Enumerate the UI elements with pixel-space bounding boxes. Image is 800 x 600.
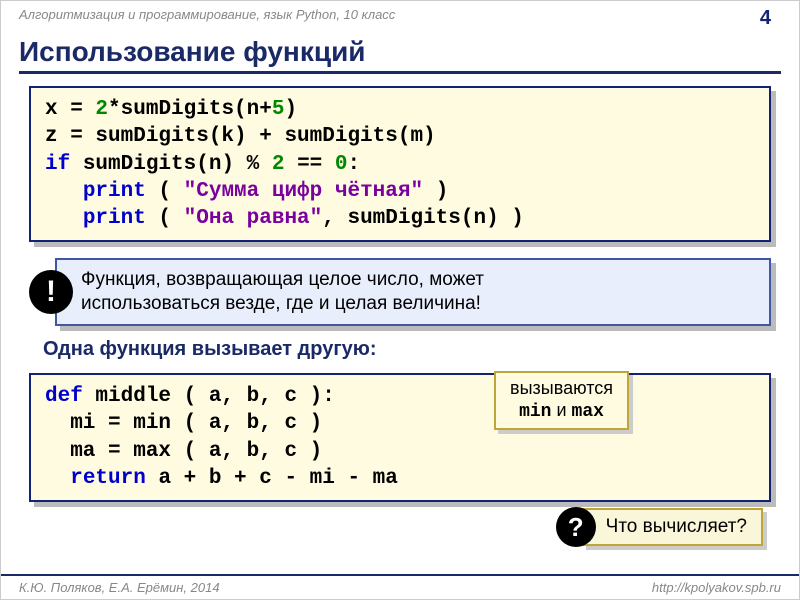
code-block-1: x = 2*sumDigits(n+5) z = sumDigits(k) + … bbox=[29, 86, 771, 242]
course-title: Алгоритмизация и программирование, язык … bbox=[19, 7, 395, 30]
note-line1: Функция, возвращающая целое число, может bbox=[81, 268, 757, 292]
code-block-2: def middle ( a, b, c ): mi = min ( a, b,… bbox=[29, 373, 771, 502]
footer-url: http://kpolyakov.spb.ru bbox=[652, 580, 781, 595]
note-box: Функция, возвращающая целое число, может… bbox=[55, 258, 771, 326]
footer: К.Ю. Поляков, Е.А. Ерёмин, 2014 http://k… bbox=[1, 574, 799, 595]
note-line2: использоваться везде, где и целая величи… bbox=[81, 292, 757, 316]
footer-authors: К.Ю. Поляков, Е.А. Ерёмин, 2014 bbox=[19, 580, 220, 595]
callout-box: вызываются min и max bbox=[494, 371, 629, 430]
subheading: Одна функция вызывает другую: bbox=[43, 338, 771, 361]
page-number: 4 bbox=[760, 7, 771, 30]
question-box: Что вычисляет? bbox=[582, 508, 763, 546]
question-row: ? Что вычисляет? bbox=[556, 507, 763, 547]
callout-line1: вызываются bbox=[510, 377, 613, 400]
callout-line2: min и max bbox=[510, 399, 613, 424]
note-row: ! Функция, возвращающая целое число, мож… bbox=[29, 258, 771, 326]
slide-title: Использование функций bbox=[19, 36, 781, 74]
header: Алгоритмизация и программирование, язык … bbox=[1, 1, 799, 32]
exclamation-icon: ! bbox=[29, 270, 73, 314]
question-icon: ? bbox=[556, 507, 596, 547]
